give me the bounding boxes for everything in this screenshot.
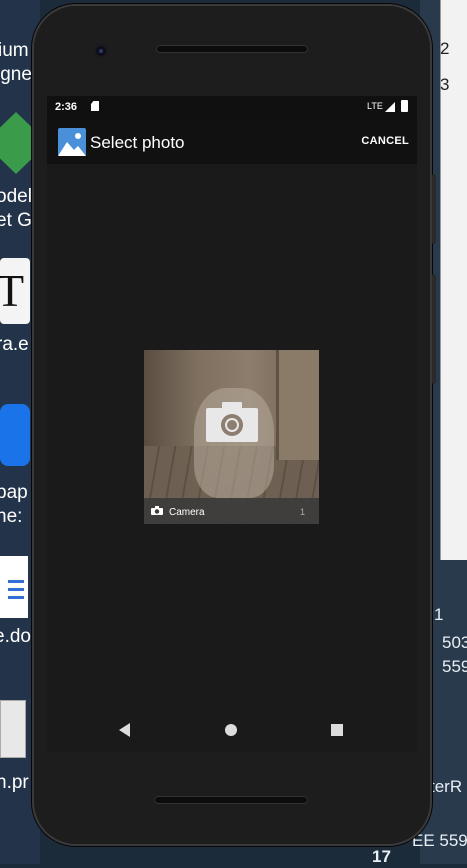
volume-button[interactable]	[432, 274, 436, 384]
album-grid: Camera 1	[47, 164, 417, 712]
desktop-label: e.do	[0, 626, 31, 647]
navigation-bar	[47, 712, 417, 752]
right-label: 17	[372, 847, 391, 866]
back-icon[interactable]	[119, 723, 130, 737]
recents-icon[interactable]	[331, 724, 343, 736]
file-icon[interactable]	[0, 700, 26, 758]
desktop-label: odel	[0, 186, 32, 207]
right-label: 2	[440, 39, 450, 58]
signal-icon	[385, 102, 395, 112]
status-bar: 2:36 LTE	[47, 96, 417, 120]
album-tile[interactable]: Camera 1	[144, 350, 319, 524]
camera-small-icon	[151, 506, 163, 515]
cancel-button[interactable]: CANCEL	[361, 135, 409, 147]
right-label: 503	[442, 633, 467, 652]
album-label-bar: Camera 1	[144, 498, 319, 524]
desktop-label: ra.e	[0, 334, 29, 355]
screen: 2:36 LTE Select photo CANCEL Camera 1	[47, 96, 417, 712]
bottom-speaker	[154, 796, 308, 804]
document-icon[interactable]	[0, 556, 28, 618]
album-count: 1	[299, 507, 305, 517]
power-button[interactable]	[432, 174, 436, 244]
photo-icon	[58, 128, 86, 156]
right-label: 1	[434, 605, 444, 624]
right-label: EE 559	[412, 831, 467, 850]
network-type: LTE	[367, 101, 383, 111]
desktop-label: ne:	[0, 506, 23, 527]
app-icon-t[interactable]: T	[0, 258, 30, 324]
status-time: 2:36	[55, 101, 78, 113]
front-camera	[94, 44, 108, 58]
desktop-label: ium	[0, 40, 29, 61]
desktop-label: n.pr	[0, 772, 29, 793]
sd-card-icon	[91, 101, 99, 111]
battery-icon	[401, 100, 408, 112]
toolbar: Select photo CANCEL	[47, 120, 417, 164]
desktop-label: pap	[0, 482, 28, 503]
desktop-label: igne	[0, 64, 32, 85]
right-label: terR	[430, 777, 463, 796]
home-icon[interactable]	[225, 724, 237, 736]
desktop-label: et G	[0, 210, 32, 231]
app-icon-settings[interactable]	[0, 404, 30, 466]
phone-frame: 2:36 LTE Select photo CANCEL Camera 1	[32, 4, 436, 846]
camera-icon	[206, 402, 258, 442]
right-label: 3	[440, 75, 450, 94]
earpiece	[156, 45, 308, 53]
right-label: 559	[442, 657, 467, 676]
album-name: Camera	[169, 507, 205, 518]
toolbar-title: Select photo	[90, 133, 185, 152]
